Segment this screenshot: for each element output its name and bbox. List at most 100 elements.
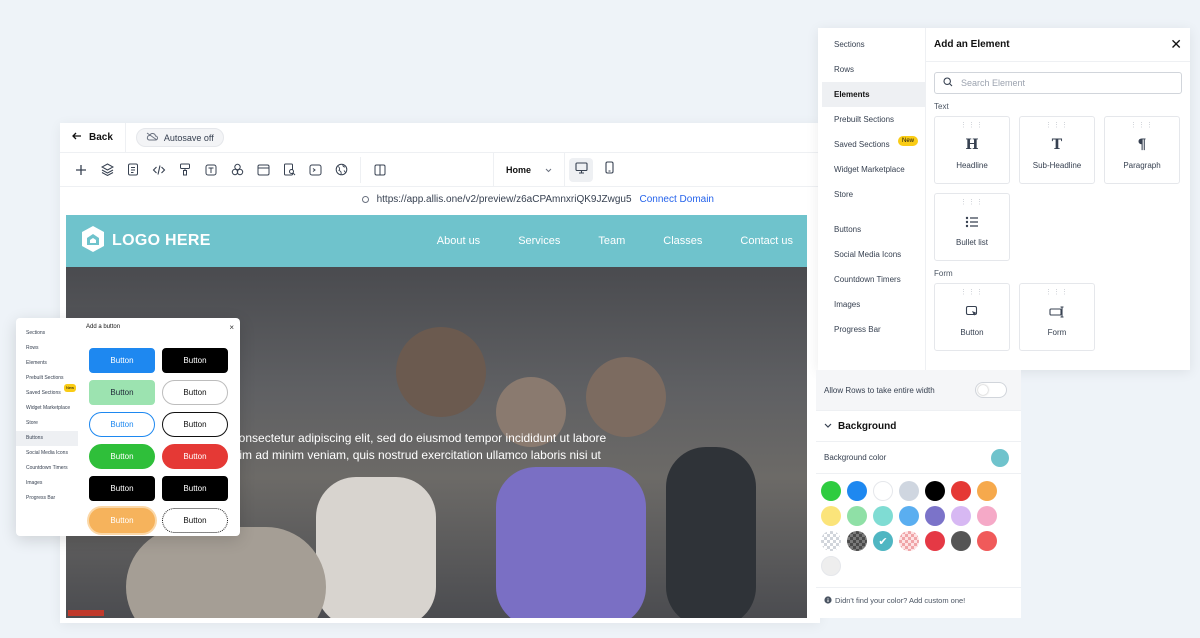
button-style-option[interactable]: Button [89, 508, 155, 533]
element-card-form[interactable]: ⋮⋮⋮ Form [1019, 283, 1095, 351]
drag-handle-icon[interactable]: ⋮⋮⋮ [960, 199, 984, 212]
sidebar-item-sections[interactable]: Sections [818, 32, 925, 57]
terminal-icon[interactable] [302, 157, 328, 183]
sidebar-item-social[interactable]: Social Media Icons [818, 242, 925, 267]
element-card-headline[interactable]: ⋮⋮⋮ H Headline [934, 116, 1010, 184]
bp-sidebar-item-countdown[interactable]: Countdown Timers [16, 461, 78, 476]
element-card-paragraph[interactable]: ⋮⋮⋮ ¶ Paragraph [1104, 116, 1180, 184]
color-swatch[interactable] [899, 506, 919, 526]
sidebar-item-buttons[interactable]: Buttons [818, 217, 925, 242]
mobile-view-button[interactable] [597, 158, 621, 182]
color-swatch[interactable] [899, 481, 919, 501]
sidebar-item-rows[interactable]: Rows [818, 57, 925, 82]
layers-icon[interactable] [94, 157, 120, 183]
color-swatch[interactable] [821, 481, 841, 501]
color-swatch[interactable] [821, 531, 841, 551]
sidebar-item-store[interactable]: Store [818, 182, 925, 207]
element-card-sub-headline[interactable]: ⋮⋮⋮ T Sub-Headline [1019, 116, 1095, 184]
sidebar-item-progress[interactable]: Progress Bar [818, 317, 925, 342]
button-style-option[interactable]: Button [162, 508, 228, 533]
color-swatch[interactable] [821, 506, 841, 526]
bp-sidebar-item-store[interactable]: Store [16, 416, 78, 431]
sidebar-item-countdown[interactable]: Countdown Timers [818, 267, 925, 292]
color-swatch[interactable] [873, 481, 893, 501]
site-logo[interactable]: LOGO HERE [80, 225, 211, 258]
button-style-option[interactable]: Button [89, 412, 155, 437]
bp-sidebar-item-images[interactable]: Images [16, 476, 78, 491]
site-navbar[interactable]: LOGO HERE About us Services Team Classes… [66, 215, 807, 267]
color-swatch[interactable] [847, 481, 867, 501]
paint-icon[interactable] [172, 157, 198, 183]
hero-paragraph[interactable]: , consectetur adipiscing elit, sed do ei… [226, 430, 606, 464]
bp-sidebar-item-buttons[interactable]: Buttons [16, 431, 78, 446]
drag-handle-icon[interactable]: ⋮⋮⋮ [1130, 122, 1154, 135]
code-icon[interactable] [146, 157, 172, 183]
page-select[interactable]: Home [493, 153, 566, 186]
color-swatch[interactable] [977, 506, 997, 526]
drag-handle-icon[interactable]: ⋮⋮⋮ [1045, 289, 1069, 302]
button-style-option[interactable]: Button [162, 412, 228, 437]
current-color-swatch[interactable] [991, 448, 1009, 467]
color-swatch[interactable] [925, 531, 945, 551]
bp-sidebar-item-saved[interactable]: Saved Sections New [16, 384, 78, 401]
color-swatch[interactable] [951, 531, 971, 551]
element-card-bullet-list[interactable]: ⋮⋮⋮ Bullet list [934, 193, 1010, 261]
bp-sidebar-item-social[interactable]: Social Media Icons [16, 446, 78, 461]
color-swatch[interactable] [821, 556, 841, 576]
drag-handle-icon[interactable]: ⋮⋮⋮ [960, 289, 984, 302]
bp-sidebar-item-elements[interactable]: Elements [16, 356, 78, 371]
text-icon[interactable] [198, 157, 224, 183]
bp-sidebar-item-progress[interactable]: Progress Bar [16, 491, 78, 506]
nav-link-about[interactable]: About us [437, 235, 480, 247]
drag-handle-icon[interactable]: ⋮⋮⋮ [1045, 122, 1069, 135]
background-section-header[interactable]: Background [816, 410, 1021, 442]
sidebar-item-saved[interactable]: Saved Sections New [818, 132, 925, 157]
autosave-toggle[interactable]: Autosave off [135, 128, 224, 147]
nav-link-team[interactable]: Team [598, 235, 625, 247]
color-swatch[interactable] [977, 481, 997, 501]
button-style-option[interactable]: Button [89, 348, 155, 373]
color-swatch[interactable] [847, 531, 867, 551]
nav-link-classes[interactable]: Classes [663, 235, 702, 247]
browser-icon[interactable] [250, 157, 276, 183]
color-swatch[interactable] [873, 506, 893, 526]
nav-link-services[interactable]: Services [518, 235, 560, 247]
color-swatch[interactable] [847, 506, 867, 526]
button-style-option[interactable]: Button [89, 476, 155, 501]
connect-domain-link[interactable]: Connect Domain [640, 194, 714, 205]
language-flag-icon[interactable] [68, 610, 104, 616]
shapes-icon[interactable] [224, 157, 250, 183]
nav-link-contact[interactable]: Contact us [740, 235, 793, 247]
close-icon[interactable]: ✕ [1170, 36, 1182, 53]
search-element-input[interactable]: Search Element [934, 72, 1182, 94]
globe-icon[interactable] [328, 157, 354, 183]
back-button[interactable]: Back [60, 123, 126, 152]
button-style-option[interactable]: Button [162, 380, 228, 405]
search-doc-icon[interactable] [276, 157, 302, 183]
color-swatch[interactable] [977, 531, 997, 551]
sidebar-item-images[interactable]: Images [818, 292, 925, 317]
page-icon[interactable] [120, 157, 146, 183]
button-style-option[interactable]: Button [162, 444, 228, 469]
preview-url[interactable]: https://app.allis.one/v2/preview/z6aCPAm… [377, 194, 632, 205]
button-style-option[interactable]: Button [89, 444, 155, 469]
color-swatch[interactable] [951, 506, 971, 526]
color-swatch[interactable] [925, 481, 945, 501]
bp-sidebar-item-rows[interactable]: Rows [16, 341, 78, 356]
drag-handle-icon[interactable]: ⋮⋮⋮ [960, 122, 984, 135]
color-swatch[interactable] [951, 481, 971, 501]
button-style-option[interactable]: Button [89, 380, 155, 405]
sidebar-item-prebuilt[interactable]: Prebuilt Sections [818, 107, 925, 132]
button-style-option[interactable]: Button [162, 476, 228, 501]
bp-sidebar-item-widget[interactable]: Widget Marketplace [16, 401, 78, 416]
custom-color-hint[interactable]: Didn't find your color? Add custom one! [816, 587, 1021, 613]
sidebar-item-elements[interactable]: Elements [822, 82, 925, 107]
color-swatch[interactable]: ✔ [873, 531, 893, 551]
full-width-rows-toggle[interactable] [975, 382, 1007, 398]
color-swatch[interactable] [925, 506, 945, 526]
sidebar-item-widget[interactable]: Widget Marketplace [818, 157, 925, 182]
split-view-icon[interactable] [367, 157, 393, 183]
close-icon[interactable]: × [229, 323, 234, 332]
desktop-view-button[interactable] [569, 157, 594, 182]
color-swatch[interactable] [899, 531, 919, 551]
